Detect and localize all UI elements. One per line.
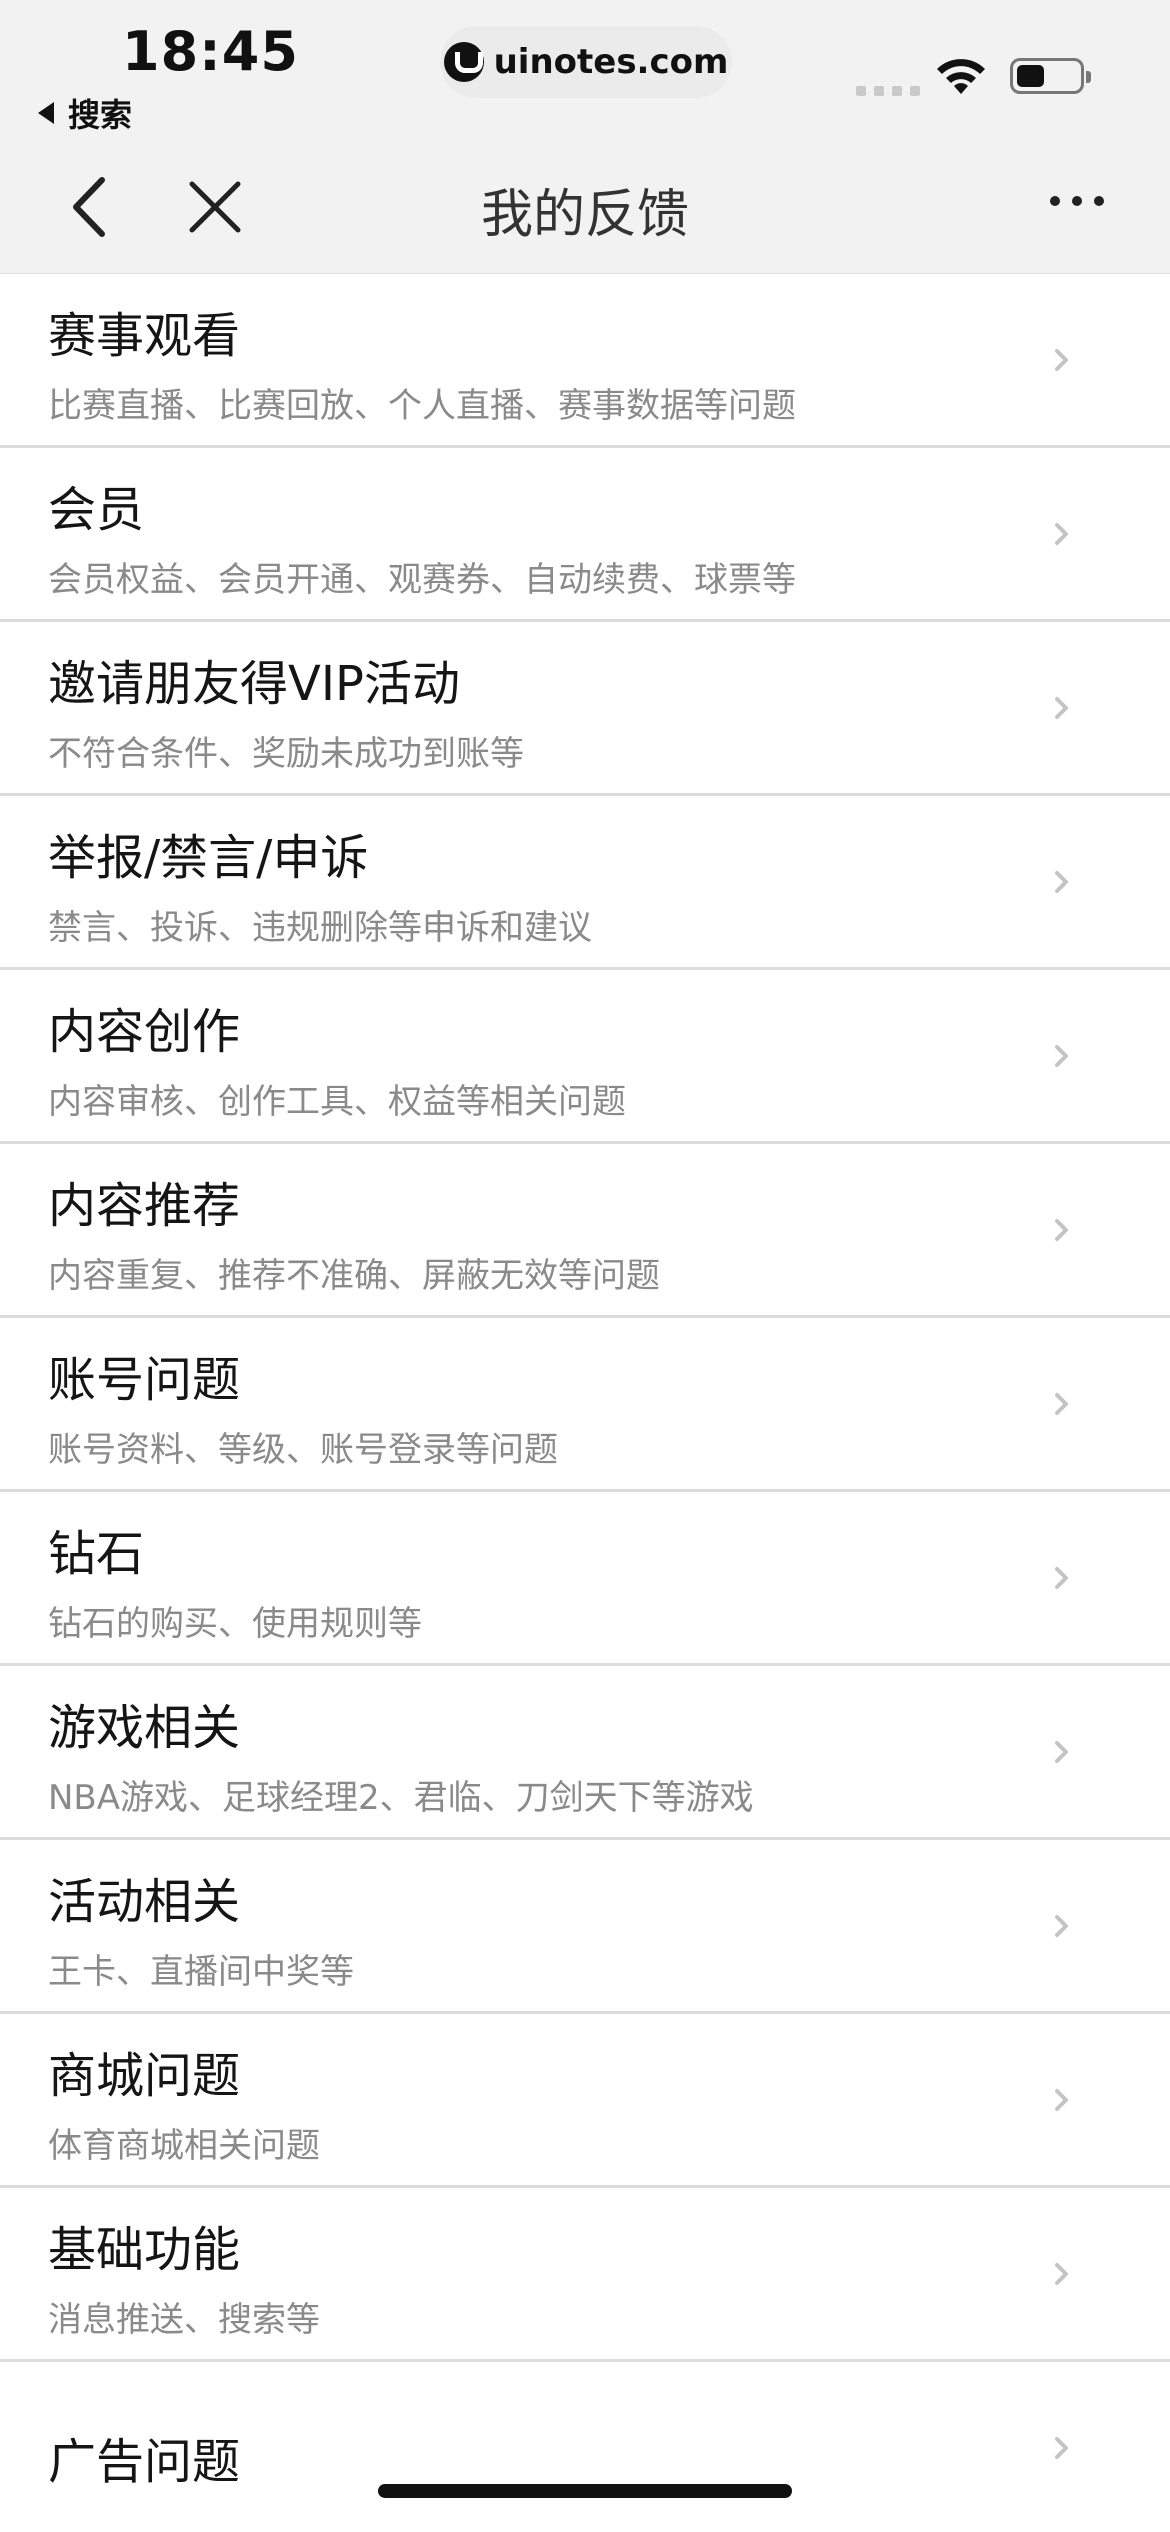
item-title: 会员 (48, 482, 145, 538)
chevron-right-icon (1055, 1915, 1068, 1937)
page-title: 我的反馈 (480, 185, 689, 245)
list-item[interactable]: 游戏相关 NBA游戏、足球经理2、君临、刀剑天下等游戏 (0, 1666, 1170, 1840)
list-item[interactable]: 钻石 钻石的购买、使用规则等 (0, 1492, 1170, 1666)
battery-icon (1010, 58, 1091, 94)
item-subtitle: 禁言、投诉、违规删除等申诉和建议 (48, 908, 592, 948)
chevron-right-icon (1055, 2089, 1068, 2111)
item-subtitle: 账号资料、等级、账号登录等问题 (48, 1430, 558, 1470)
url-pill[interactable]: uinotes.com (440, 26, 732, 98)
list-item[interactable]: 赛事观看 比赛直播、比赛回放、个人直播、赛事数据等问题 (0, 274, 1170, 448)
item-title: 商城问题 (48, 2048, 241, 2104)
back-to-app-label: 搜索 (68, 96, 133, 134)
item-title: 邀请朋友得VIP活动 (48, 656, 460, 712)
screen: 18:45 搜索 uinotes.com 我的反馈 赛事观看 比赛直播、比赛回放… (0, 0, 1170, 2532)
list-item[interactable]: 邀请朋友得VIP活动 不符合条件、奖励未成功到账等 (0, 622, 1170, 796)
site-logo-icon (443, 42, 484, 82)
item-title: 钻石 (48, 1526, 145, 1582)
item-title: 赛事观看 (48, 308, 241, 364)
home-indicator[interactable] (378, 2484, 792, 2498)
chevron-right-icon (1055, 349, 1068, 371)
battery-level (1017, 65, 1044, 87)
item-subtitle: 体育商城相关问题 (48, 2126, 320, 2166)
list-item[interactable]: 会员 会员权益、会员开通、观赛券、自动续费、球票等 (0, 448, 1170, 622)
back-to-app-button[interactable]: 搜索 (38, 90, 132, 136)
chevron-right-icon (1055, 1567, 1068, 1589)
item-title: 广告问题 (48, 2434, 241, 2490)
list-item[interactable]: 活动相关 王卡、直播间中奖等 (0, 1840, 1170, 2014)
status-bar: 18:45 搜索 uinotes.com (0, 0, 1170, 140)
item-subtitle: NBA游戏、足球经理2、君临、刀剑天下等游戏 (48, 1778, 754, 1818)
list-item[interactable]: 广告问题 (0, 2362, 1170, 2532)
more-options-icon[interactable] (1050, 196, 1104, 206)
list-item[interactable]: 内容推荐 内容重复、推荐不准确、屏蔽无效等问题 (0, 1144, 1170, 1318)
wifi-icon (937, 59, 985, 94)
item-title: 内容创作 (48, 1004, 241, 1060)
list-item[interactable]: 账号问题 账号资料、等级、账号登录等问题 (0, 1318, 1170, 1492)
item-title: 举报/禁言/申诉 (48, 830, 369, 886)
status-time: 18:45 (122, 20, 299, 83)
item-subtitle: 内容重复、推荐不准确、屏蔽无效等问题 (48, 1256, 660, 1296)
chevron-right-icon (1055, 2263, 1068, 2285)
item-subtitle: 王卡、直播间中奖等 (48, 1952, 354, 1992)
back-triangle-icon (38, 102, 54, 124)
chevron-right-icon (1055, 523, 1068, 545)
list-item[interactable]: 商城问题 体育商城相关问题 (0, 2014, 1170, 2188)
chevron-right-icon (1055, 697, 1068, 719)
item-title: 活动相关 (48, 1874, 241, 1930)
nav-bar: 我的反馈 (0, 140, 1170, 274)
item-title: 游戏相关 (48, 1700, 241, 1756)
cellular-signal-icon (856, 86, 920, 96)
item-subtitle: 消息推送、搜索等 (48, 2300, 320, 2340)
chevron-right-icon (1055, 871, 1068, 893)
url-text: uinotes.com (493, 42, 729, 82)
chevron-right-icon (1055, 2437, 1068, 2459)
chevron-right-icon (1055, 1219, 1068, 1241)
chevron-right-icon (1055, 1393, 1068, 1415)
feedback-category-list: 赛事观看 比赛直播、比赛回放、个人直播、赛事数据等问题 会员 会员权益、会员开通… (0, 274, 1170, 2532)
item-subtitle: 不符合条件、奖励未成功到账等 (48, 734, 524, 774)
list-item[interactable]: 基础功能 消息推送、搜索等 (0, 2188, 1170, 2362)
list-item[interactable]: 内容创作 内容审核、创作工具、权益等相关问题 (0, 970, 1170, 1144)
item-subtitle: 内容审核、创作工具、权益等相关问题 (48, 1082, 626, 1122)
chevron-right-icon (1055, 1045, 1068, 1067)
item-title: 基础功能 (48, 2222, 241, 2278)
chevron-right-icon (1055, 1741, 1068, 1763)
item-title: 账号问题 (48, 1352, 241, 1408)
item-subtitle: 会员权益、会员开通、观赛券、自动续费、球票等 (48, 560, 796, 600)
item-subtitle: 钻石的购买、使用规则等 (48, 1604, 422, 1644)
item-title: 内容推荐 (48, 1178, 241, 1234)
list-item[interactable]: 举报/禁言/申诉 禁言、投诉、违规删除等申诉和建议 (0, 796, 1170, 970)
item-subtitle: 比赛直播、比赛回放、个人直播、赛事数据等问题 (48, 386, 796, 426)
